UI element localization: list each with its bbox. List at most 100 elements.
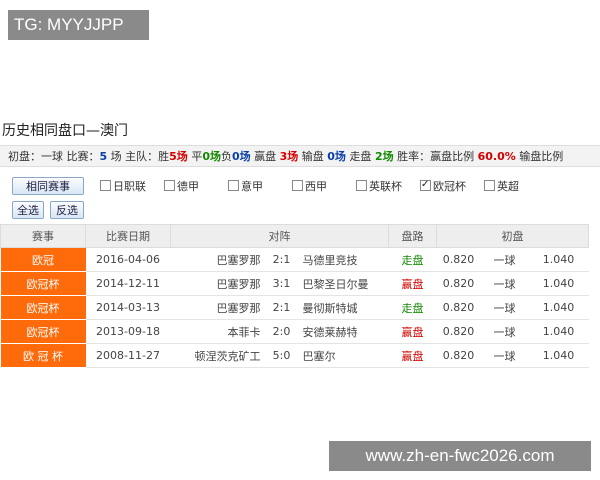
draw-label: 平: [191, 150, 203, 163]
table-row: 欧冠杯 2014-12-11 巴塞罗那 3:1 巴黎圣日尔曼 赢盘 0.820 …: [0, 271, 589, 296]
date-cell: 2016-04-06: [85, 247, 171, 272]
league-cell: 欧冠: [0, 247, 86, 272]
watermark-top: TG: MYYJJPP: [8, 10, 149, 40]
league-filter: 相同赛事 全选 反选 日职联 德甲 意甲 西甲 英联杯 欧冠杯 英超: [0, 171, 600, 223]
header-match: 对阵: [170, 224, 389, 248]
league-checkbox-label: 英联杯: [369, 180, 402, 193]
table-row: 欧冠杯 2014-03-13 巴塞罗那 2:1 曼彻斯特城 走盘 0.820 一…: [0, 295, 589, 320]
away-team-cell: 安德莱赫特: [302, 319, 389, 344]
league-checkbox-premier-league[interactable]: 英超: [484, 180, 519, 194]
league-cell: 欧冠杯: [0, 295, 86, 320]
home-odds-cell: 0.820: [436, 319, 481, 344]
header-result: 盘路: [388, 224, 437, 248]
league-checkbox-la-liga[interactable]: 西甲: [292, 180, 327, 194]
header-league[interactable]: 赛事: [0, 224, 86, 248]
watermark-bottom: www.zh-en-fwc2026.com: [329, 441, 591, 471]
league-checkbox-league-cup[interactable]: 英联杯: [356, 180, 402, 194]
header-date[interactable]: 比赛日期: [85, 224, 171, 248]
away-team-cell: 巴黎圣日尔曼: [302, 271, 389, 296]
league-checkbox-label: 英超: [497, 180, 519, 193]
league-checkbox-serie-a[interactable]: 意甲: [228, 180, 263, 194]
home-odds-cell: 0.820: [436, 343, 481, 368]
table-row: 欧冠 2016-04-06 巴塞罗那 2:1 马德里竞技 走盘 0.820 一球…: [0, 247, 589, 272]
won-ratio: 60.0%: [477, 150, 516, 163]
result-cell: 赢盘: [388, 319, 437, 344]
away-team-cell: 马德里竞技: [302, 247, 389, 272]
loss-count: 0场: [231, 150, 251, 163]
matches-count: 5: [99, 150, 108, 163]
score-cell: 2:1: [260, 295, 303, 320]
checkbox-icon[interactable]: [292, 180, 303, 191]
matches-unit: 场: [110, 150, 122, 163]
won-label: 赢盘: [254, 150, 277, 163]
checkbox-icon[interactable]: [484, 180, 495, 191]
push-label: 走盘: [349, 150, 372, 163]
result-cell: 走盘: [388, 295, 437, 320]
lost-count: 0场: [327, 150, 346, 163]
checkbox-icon[interactable]: [228, 180, 239, 191]
league-cell: 欧 冠 杯: [0, 343, 86, 368]
handicap-line-cell: 一球: [480, 271, 529, 296]
rate-label: 胜率：: [397, 150, 431, 163]
league-checkbox-label: 欧冠杯: [433, 180, 466, 193]
handicap-line-cell: 一球: [480, 319, 529, 344]
league-checkbox-label: 西甲: [305, 180, 327, 193]
home-team-cell: 巴塞罗那: [170, 247, 261, 272]
checkbox-icon[interactable]: [164, 180, 175, 191]
handicap-line-cell: 一球: [480, 247, 529, 272]
date-cell: 2013-09-18: [85, 319, 171, 344]
score-cell: 3:1: [260, 271, 303, 296]
initial-label: 初盘：: [8, 150, 41, 163]
score-cell: 2:0: [260, 319, 303, 344]
away-odds-cell: 1.040: [528, 343, 589, 368]
result-cell: 赢盘: [388, 271, 437, 296]
checkbox-checked-icon[interactable]: [420, 178, 431, 192]
loss-label: 负: [220, 150, 232, 163]
push-count: 2场: [374, 150, 394, 163]
home-team-cell: 巴塞罗那: [170, 271, 261, 296]
home-odds-cell: 0.820: [436, 295, 481, 320]
win-count: 5场: [169, 150, 188, 163]
league-checkbox-label: 德甲: [177, 180, 199, 193]
win-label: 胜: [158, 150, 170, 163]
league-checkbox-label: 意甲: [241, 180, 263, 193]
league-checkbox-jleague[interactable]: 日职联: [100, 180, 146, 194]
away-team-cell: 曼彻斯特城: [302, 295, 389, 320]
won-count: 3场: [279, 150, 299, 163]
initial-value: 一球: [41, 150, 63, 163]
date-cell: 2014-03-13: [85, 295, 171, 320]
score-cell: 5:0: [260, 343, 303, 368]
result-cell: 走盘: [388, 247, 437, 272]
home-odds-cell: 0.820: [436, 247, 481, 272]
league-checkbox-bundesliga[interactable]: 德甲: [164, 180, 199, 194]
away-team-cell: 巴塞尔: [302, 343, 389, 368]
away-odds-cell: 1.040: [528, 247, 589, 272]
home-team-cell: 本菲卡: [170, 319, 261, 344]
league-checkbox-label: 日职联: [113, 180, 146, 193]
table-header-row: 赛事 比赛日期 对阵 盘路 初盘: [0, 224, 589, 248]
checkbox-icon[interactable]: [356, 180, 367, 191]
away-odds-cell: 1.040: [528, 295, 589, 320]
home-odds-cell: 0.820: [436, 271, 481, 296]
handicap-line-cell: 一球: [480, 343, 529, 368]
draw-count: 0场: [202, 150, 221, 163]
same-league-button[interactable]: 相同赛事: [12, 177, 84, 195]
matches-label: 比赛：: [66, 150, 100, 163]
header-initial: 初盘: [436, 224, 589, 248]
away-odds-cell: 1.040: [528, 271, 589, 296]
won-ratio-label: 赢盘比例: [430, 150, 475, 163]
select-all-button[interactable]: 全选: [12, 201, 44, 219]
home-team-cell: 顿涅茨克矿工: [170, 343, 261, 368]
summary-bar: 初盘：一球 比赛：5 场 主队：胜5场 平0场负0场 赢盘 3场 输盘 0场 走…: [0, 145, 600, 167]
invert-selection-button[interactable]: 反选: [50, 201, 84, 219]
lost-label: 输盘: [301, 150, 324, 163]
league-cell: 欧冠杯: [0, 319, 86, 344]
handicap-line-cell: 一球: [480, 295, 529, 320]
table-row: 欧冠杯 2013-09-18 本菲卡 2:0 安德莱赫特 赢盘 0.820 一球…: [0, 319, 589, 344]
home-label: 主队：: [125, 150, 159, 163]
league-checkbox-champions-league[interactable]: 欧冠杯: [420, 178, 466, 194]
league-cell: 欧冠杯: [0, 271, 86, 296]
checkbox-icon[interactable]: [100, 180, 111, 191]
home-team-cell: 巴塞罗那: [170, 295, 261, 320]
page-title: 历史相同盘口—澳门: [2, 123, 128, 139]
